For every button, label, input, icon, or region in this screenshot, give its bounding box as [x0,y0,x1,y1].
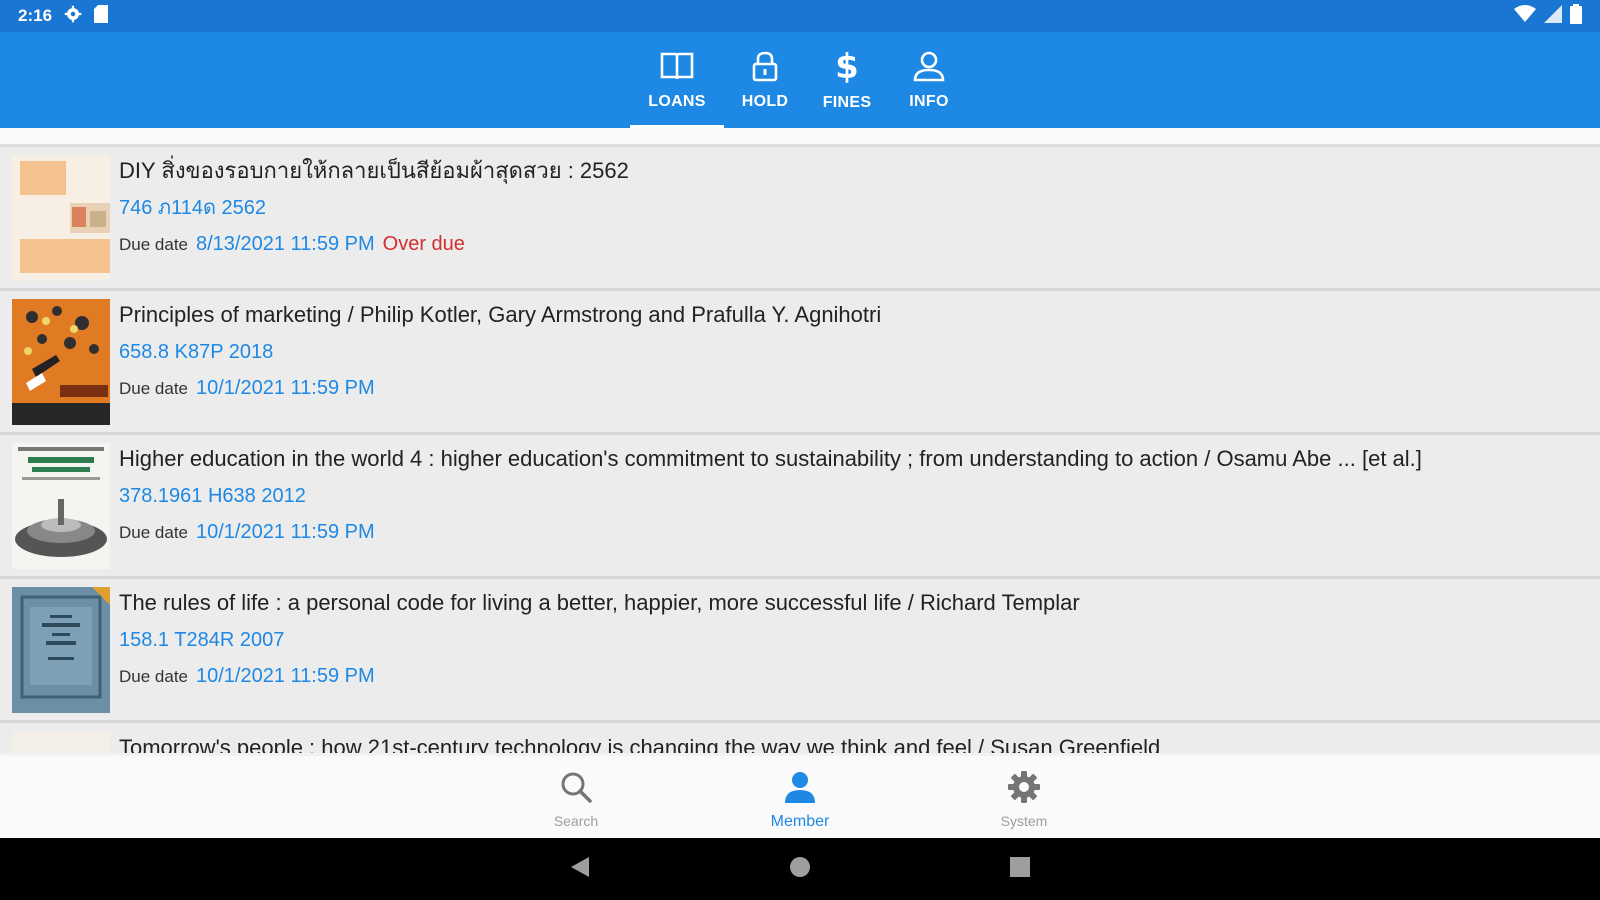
book-cover-image [12,731,110,753]
list-item[interactable]: Tomorrow's people : how 21st-century tec… [0,723,1600,753]
loan-list[interactable]: DIY สิ่งของรอบกายให้กลายเป็นสีย้อมผ้าสุด… [0,128,1600,756]
system-navigation-bar [0,838,1600,900]
nav-member[interactable]: Member [763,770,837,838]
list-top-divider [0,128,1600,147]
app-bar: LOANS HOLD $ FINES INFO [0,32,1600,128]
call-number: 746 ภ114ด 2562 [119,197,267,219]
person-icon [912,50,946,87]
dollar-icon: $ [834,47,860,88]
book-icon [659,50,695,87]
book-title: The rules of life : a personal code for … [119,590,1080,615]
svg-text:$: $ [835,49,859,83]
list-item[interactable]: Principles of marketing / Philip Kotler,… [0,291,1600,435]
book-cover-image [12,155,110,281]
book-cover-image [12,443,110,569]
person-icon [783,770,817,809]
gear-icon [64,5,82,28]
due-date: 10/1/2021 11:59 PM [196,521,375,543]
due-date-label: Due date [119,523,188,542]
tab-label: FINES [822,93,872,111]
book-title: Tomorrow's people : how 21st-century tec… [119,735,1161,753]
tab-hold[interactable]: HOLD [724,32,806,128]
recents-square-icon [1010,856,1030,882]
list-item[interactable]: Higher education in the world 4 : higher… [0,435,1600,579]
home-circle-icon [789,856,811,883]
home-button[interactable] [785,854,815,884]
call-number: 158.1 T284R 2007 [119,629,285,651]
nav-system[interactable]: System [987,770,1061,838]
call-number: 378.1961 H638 2012 [119,485,306,507]
list-item[interactable]: DIY สิ่งของรอบกายให้กลายเป็นสีย้อมผ้าสุด… [0,147,1600,291]
recents-button[interactable] [1005,854,1035,884]
book-title: Higher education in the world 4 : higher… [119,446,1422,471]
back-button[interactable] [565,854,595,884]
book-title: DIY สิ่งของรอบกายให้กลายเป็นสีย้อมผ้าสุด… [119,158,629,183]
tab-info[interactable]: INFO [888,32,970,128]
book-cover-image [12,587,110,713]
signal-icon [1544,4,1562,28]
lock-icon [749,50,781,87]
sd-card-icon [94,4,109,28]
wifi-icon [1514,4,1536,28]
book-cover-image [12,299,110,425]
tab-label: LOANS [648,92,706,110]
call-number: 658.8 K87P 2018 [119,341,274,363]
tab-bar: LOANS HOLD $ FINES INFO [630,32,970,128]
nav-label: Search [553,813,599,829]
due-date-label: Due date [119,667,188,686]
list-item[interactable]: The rules of life : a personal code for … [0,579,1600,723]
nav-label: Member [770,813,830,830]
nav-label: System [1000,813,1048,829]
tab-fines[interactable]: $ FINES [806,32,888,128]
due-date-label: Due date [119,235,188,254]
status-time: 2:16 [18,6,53,25]
status-bar: 2:16 [0,0,1600,32]
search-icon [559,770,593,809]
battery-icon [1570,3,1582,29]
due-date: 8/13/2021 11:59 PM [196,233,375,255]
back-triangle-icon [569,855,591,884]
tab-label: HOLD [741,92,789,110]
due-date: 10/1/2021 11:59 PM [196,665,375,687]
book-title: Principles of marketing / Philip Kotler,… [119,302,882,327]
tab-loans[interactable]: LOANS [630,32,724,128]
nav-search[interactable]: Search [539,770,613,838]
overdue-status: Over due [382,233,465,255]
due-date: 10/1/2021 11:59 PM [196,377,375,399]
due-date-label: Due date [119,379,188,398]
gear-icon [1007,770,1041,809]
tab-label: INFO [909,92,949,110]
bottom-navigation: Search Member System [0,756,1600,838]
